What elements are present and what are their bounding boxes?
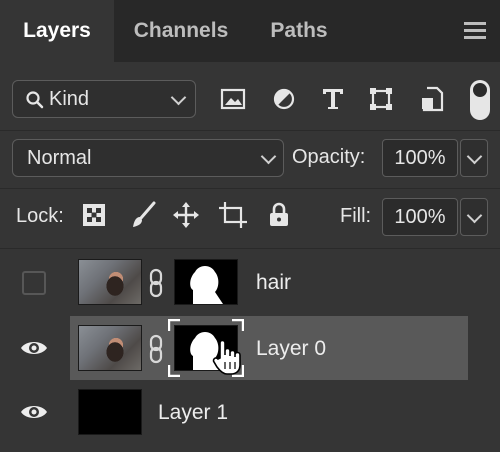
eye-icon xyxy=(21,406,47,418)
panel-menu-icon[interactable] xyxy=(464,22,486,40)
opacity-input[interactable]: 100% xyxy=(382,139,458,177)
layer-visibility-toggle[interactable] xyxy=(0,250,68,314)
filter-toggle-switch[interactable] xyxy=(470,80,490,120)
lock-image-pixels-icon[interactable] xyxy=(130,201,156,229)
chevron-down-icon xyxy=(170,89,187,106)
layer-visibility-toggle[interactable] xyxy=(0,380,68,444)
layer-visibility-toggle[interactable] xyxy=(0,316,68,380)
search-icon xyxy=(26,91,44,109)
lock-position-icon[interactable] xyxy=(172,201,200,229)
shape-filter-icon[interactable] xyxy=(368,86,394,112)
divider xyxy=(0,248,500,249)
blend-mode-value: Normal xyxy=(27,147,92,169)
opacity-label: Opacity: xyxy=(292,146,366,168)
tab-paths[interactable]: Paths xyxy=(248,0,350,62)
layer-row-layer-1[interactable]: Layer 1 xyxy=(70,380,468,444)
fill-slider-button[interactable] xyxy=(460,198,488,236)
fill-label: Fill: xyxy=(340,205,372,227)
layer-thumbnail xyxy=(78,259,142,305)
lock-artboard-icon[interactable] xyxy=(218,201,248,229)
filter-kind-dropdown[interactable]: Kind xyxy=(12,80,196,118)
lock-transparent-pixels-icon[interactable] xyxy=(82,203,106,227)
lock-all-icon[interactable] xyxy=(268,202,290,228)
divider xyxy=(0,130,500,131)
layer-thumbnail xyxy=(78,389,142,435)
divider xyxy=(0,188,500,189)
image-filter-icon[interactable] xyxy=(220,87,246,111)
tab-channels[interactable]: Channels xyxy=(114,0,248,62)
tab-layers[interactable]: Layers xyxy=(0,0,114,62)
type-filter-icon[interactable] xyxy=(320,86,346,112)
layer-row-layer-0[interactable]: Layer 0 xyxy=(70,316,468,380)
lock-label: Lock: xyxy=(16,205,64,227)
layer-mask-thumbnail[interactable] xyxy=(174,259,238,305)
hand-cursor-icon xyxy=(212,339,241,375)
eye-icon xyxy=(21,342,47,354)
layer-name: Layer 1 xyxy=(158,401,229,424)
chevron-down-icon xyxy=(466,148,483,165)
layer-name: Layer 0 xyxy=(256,337,327,360)
chevron-down-icon xyxy=(466,207,483,224)
filter-kind-label: Kind xyxy=(49,88,90,110)
smart-object-filter-icon[interactable] xyxy=(420,86,444,112)
chain-link-icon[interactable] xyxy=(148,268,164,298)
chevron-down-icon xyxy=(260,148,277,165)
layer-row-hair[interactable]: hair xyxy=(70,250,468,314)
blend-mode-dropdown[interactable]: Normal xyxy=(12,139,284,177)
layer-thumbnail xyxy=(78,325,142,371)
fill-input[interactable]: 100% xyxy=(382,198,458,236)
adjustment-filter-icon[interactable] xyxy=(272,87,296,111)
layer-name: hair xyxy=(256,271,292,294)
visibility-off-icon xyxy=(22,271,46,295)
opacity-slider-button[interactable] xyxy=(460,139,488,177)
chain-link-icon[interactable] xyxy=(148,334,164,364)
